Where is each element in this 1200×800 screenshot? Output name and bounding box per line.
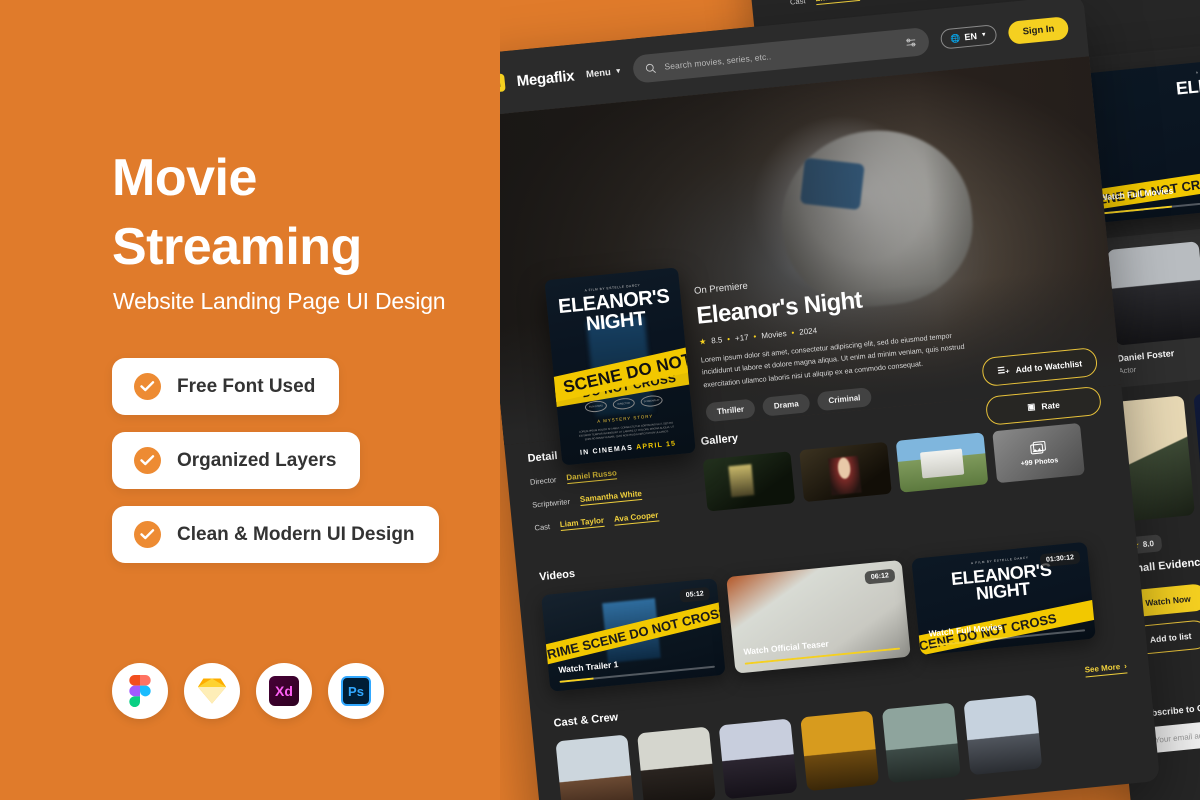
- page-title: Movie Streaming: [112, 144, 362, 281]
- check-circle-icon: [134, 447, 161, 474]
- see-more-button[interactable]: See More ›: [1084, 661, 1128, 678]
- video-duration: 05:12: [679, 586, 711, 603]
- feature-badge-label: Free Font Used: [177, 375, 316, 397]
- photoshop-glyph: Ps: [341, 676, 371, 706]
- feature-badge-free-font: Free Font Used: [112, 358, 340, 415]
- detail-value-director[interactable]: Daniel Russo: [565, 468, 618, 485]
- menu-label: Menu: [585, 66, 612, 80]
- cast-thumb-6[interactable]: [963, 694, 1043, 776]
- see-more-label: See More: [1084, 662, 1121, 675]
- promo-panel: Movie Streaming Website Landing Page UI …: [0, 0, 500, 800]
- poster-footer: FILM STARS DIRECTOR SCREENPLAY A MYSTERY…: [557, 392, 696, 458]
- poster-ring-2: DIRECTOR: [612, 397, 636, 411]
- feature-badge-organized-layers: Organized Layers: [112, 432, 361, 489]
- chevron-down-icon: ▼: [980, 32, 988, 39]
- photoshop-icon[interactable]: Ps: [328, 663, 384, 719]
- gallery-thumb-more[interactable]: +99 Photos: [992, 422, 1085, 484]
- detail-row-cast: Cast Liam Taylor Ava Cooper: [534, 508, 686, 534]
- back-detail-label: Cast: [789, 0, 806, 7]
- cast-thumb-3[interactable]: [718, 718, 798, 800]
- feature-badge-label: Organized Layers: [177, 449, 337, 471]
- search-icon: [646, 63, 657, 73]
- detail-row-scriptwriter: Scriptwriter Samantha White: [532, 485, 684, 511]
- page-subtitle: Website Landing Page UI Design: [113, 288, 446, 314]
- feature-badge-clean-modern: Clean & Modern UI Design: [112, 506, 439, 563]
- right-hero-title: ELEANOR'S NIGHT: [1079, 61, 1200, 124]
- detail-row-director: Director Daniel Russo: [529, 462, 681, 488]
- check-circle-icon: [134, 521, 161, 548]
- videos-section: Videos CRIME SCENE DO NOT CROSS 05:12 Wa…: [517, 513, 1146, 694]
- list-add-icon: ☰₊: [997, 364, 1011, 376]
- feature-badge-label: Clean & Modern UI Design: [177, 523, 415, 545]
- meta-dot: •: [726, 334, 731, 344]
- logo-text[interactable]: Megaflix: [516, 67, 575, 90]
- language-selector[interactable]: 🌐 EN ▼: [939, 24, 998, 50]
- filter-icon[interactable]: [904, 36, 917, 49]
- meta-dot: •: [753, 332, 757, 342]
- rating-value: 8.0: [1142, 538, 1155, 550]
- sketch-icon[interactable]: [184, 663, 240, 719]
- star-icon: ★: [698, 336, 707, 347]
- poster-ring-1: FILM STARS: [584, 400, 608, 414]
- sign-in-button[interactable]: Sign In: [1007, 15, 1070, 45]
- tool-icon-list: Xd Ps: [112, 663, 384, 719]
- feature-badge-list: Free Font Used Organized Layers Clean & …: [112, 358, 439, 580]
- video-card-trailer[interactable]: CRIME SCENE DO NOT CROSS 05:12 Watch Tra…: [541, 578, 726, 692]
- figma-icon[interactable]: [112, 663, 168, 719]
- gallery-thumb-portrait[interactable]: [799, 441, 892, 503]
- cast-thumb-2[interactable]: [637, 726, 716, 800]
- video-card-teaser[interactable]: 06:12 Watch Official Teaser: [726, 559, 911, 674]
- app-window: M Megaflix Menu ▼ Search movies, series,…: [466, 0, 1161, 800]
- hero-year: 2024: [798, 326, 818, 337]
- hero-rating: 8.5: [710, 335, 723, 346]
- video-label: Watch Official Teaser: [743, 638, 830, 657]
- poster-thumb-evidence[interactable]: [1193, 382, 1200, 514]
- poster-ring-3: SCREENPLAY: [640, 394, 664, 408]
- movie-poster[interactable]: A FILM BY ESTELLE DARCY ELEANOR'S NIGHT …: [544, 267, 696, 466]
- globe-icon: 🌐: [950, 33, 961, 44]
- hero-info: On Premiere Eleanor's Night ★ 8.5 • +17 …: [694, 257, 1006, 423]
- hero-age-rating: +17: [734, 332, 750, 344]
- detail-label: Director: [529, 475, 557, 487]
- cast-crew-title: Cast & Crew: [553, 711, 619, 730]
- gallery-thumb-night-house[interactable]: [702, 451, 796, 512]
- star-box-icon: ▣: [1026, 401, 1036, 412]
- page-title-line1: Movie: [112, 149, 257, 207]
- hero-category: Movies: [760, 329, 787, 341]
- detail-label: Cast: [534, 522, 551, 533]
- add-to-watchlist-label: Add to Watchlist: [1015, 357, 1083, 375]
- chevron-down-icon: ▼: [614, 67, 623, 76]
- adobe-xd-glyph: Xd: [269, 676, 299, 706]
- adobe-xd-icon[interactable]: Xd: [256, 663, 312, 719]
- video-card-full-movie[interactable]: A FILM BY ESTELLE DARCY ELEANOR'S NIGHT …: [911, 541, 1096, 656]
- crime-tape-graphic: CRIME SCENE DO NOT CROSS: [541, 597, 726, 667]
- rate-label: Rate: [1040, 399, 1061, 412]
- gallery-thumb-farmhouse[interactable]: [895, 432, 989, 493]
- cast-thumb-1[interactable]: [555, 734, 635, 800]
- person-avatar: [1106, 241, 1200, 346]
- search-input[interactable]: Search movies, series, etc..: [632, 26, 931, 84]
- detail-value-scriptwriter[interactable]: Samantha White: [579, 488, 643, 506]
- language-label: EN: [964, 31, 978, 43]
- gallery-more-label: +99 Photos: [1020, 456, 1059, 468]
- back-detail-value[interactable]: Liam Taylor: [814, 0, 861, 6]
- detail-value-cast-2[interactable]: Ava Cooper: [613, 510, 659, 526]
- hero-action-buttons: ☰₊ Add to Watchlist ▣ Rate: [981, 346, 1103, 426]
- cast-thumb-5[interactable]: [881, 702, 961, 784]
- video-duration: 06:12: [864, 568, 896, 585]
- detail-label: Scriptwriter: [531, 496, 571, 510]
- cast-thumbnail-row: [555, 685, 1135, 800]
- search-placeholder: Search movies, series, etc..: [663, 51, 772, 72]
- meta-dot: •: [791, 328, 795, 338]
- poster-release-date: APRIL 15: [635, 440, 677, 452]
- menu-button[interactable]: Menu ▼: [586, 65, 623, 79]
- detail-value-cast-1[interactable]: Liam Taylor: [559, 515, 605, 532]
- cast-thumb-4[interactable]: [800, 710, 880, 792]
- page-title-line2: Streaming: [112, 217, 362, 276]
- poster-release-prefix: IN CINEMAS: [579, 444, 634, 457]
- photos-icon: [1030, 440, 1046, 454]
- video-label: Watch Trailer 1: [557, 659, 619, 675]
- chevron-right-icon: ›: [1123, 661, 1128, 671]
- check-circle-icon: [134, 373, 161, 400]
